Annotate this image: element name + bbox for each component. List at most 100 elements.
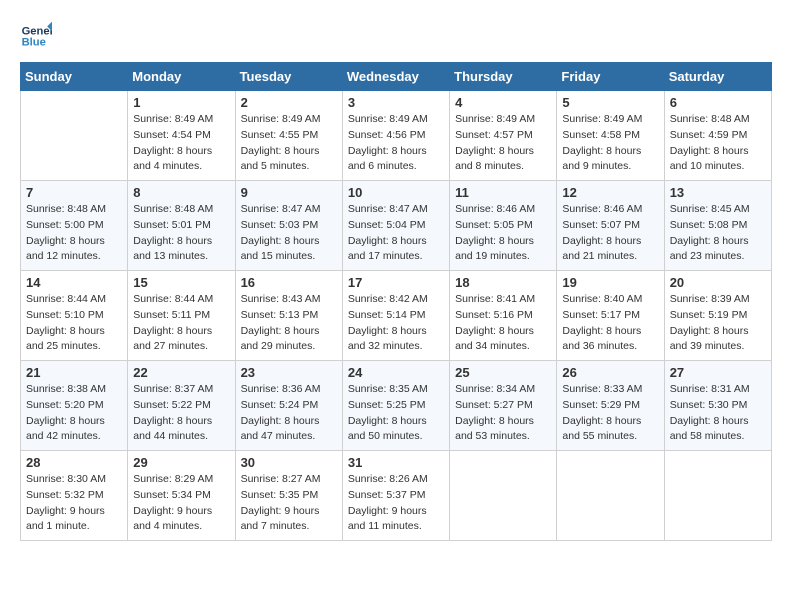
- day-info: Sunrise: 8:36 AM Sunset: 5:24 PM Dayligh…: [241, 382, 337, 445]
- calendar-cell: 7 Sunrise: 8:48 AM Sunset: 5:00 PM Daylig…: [21, 181, 128, 271]
- day-info: Sunrise: 8:40 AM Sunset: 5:17 PM Dayligh…: [562, 292, 658, 355]
- day-number: 25: [455, 365, 551, 380]
- calendar-cell: [21, 91, 128, 181]
- day-number: 28: [26, 455, 122, 470]
- day-number: 1: [133, 95, 229, 110]
- day-info: Sunrise: 8:27 AM Sunset: 5:35 PM Dayligh…: [241, 472, 337, 535]
- calendar-cell: 30 Sunrise: 8:27 AM Sunset: 5:35 PM Dayli…: [235, 451, 342, 541]
- calendar-week-1: 1 Sunrise: 8:49 AM Sunset: 4:54 PM Daylig…: [21, 91, 772, 181]
- day-info: Sunrise: 8:33 AM Sunset: 5:29 PM Dayligh…: [562, 382, 658, 445]
- calendar-header-row: SundayMondayTuesdayWednesdayThursdayFrid…: [21, 63, 772, 91]
- day-number: 12: [562, 185, 658, 200]
- day-number: 19: [562, 275, 658, 290]
- day-info: Sunrise: 8:38 AM Sunset: 5:20 PM Dayligh…: [26, 382, 122, 445]
- calendar-cell: 27 Sunrise: 8:31 AM Sunset: 5:30 PM Dayli…: [664, 361, 771, 451]
- day-info: Sunrise: 8:48 AM Sunset: 5:01 PM Dayligh…: [133, 202, 229, 265]
- calendar-cell: 29Sunrise: 8:29 AM Sunset: 5:34 PM Dayli…: [128, 451, 235, 541]
- day-info: Sunrise: 8:43 AM Sunset: 5:13 PM Dayligh…: [241, 292, 337, 355]
- logo-icon: General Blue: [20, 20, 52, 52]
- day-info: Sunrise: 8:47 AM Sunset: 5:04 PM Dayligh…: [348, 202, 444, 265]
- calendar-cell: 16 Sunrise: 8:43 AM Sunset: 5:13 PM Dayli…: [235, 271, 342, 361]
- header-day-thursday: Thursday: [450, 63, 557, 91]
- calendar-body: 1 Sunrise: 8:49 AM Sunset: 4:54 PM Daylig…: [21, 91, 772, 541]
- calendar-cell: 26Sunrise: 8:33 AM Sunset: 5:29 PM Dayli…: [557, 361, 664, 451]
- day-info: Sunrise: 8:46 AM Sunset: 5:07 PM Dayligh…: [562, 202, 658, 265]
- day-number: 2: [241, 95, 337, 110]
- day-info: Sunrise: 8:35 AM Sunset: 5:25 PM Dayligh…: [348, 382, 444, 445]
- day-info: Sunrise: 8:45 AM Sunset: 5:08 PM Dayligh…: [670, 202, 766, 265]
- day-info: Sunrise: 8:49 AM Sunset: 4:58 PM Dayligh…: [562, 112, 658, 175]
- svg-text:General: General: [22, 25, 52, 37]
- calendar-cell: 28Sunrise: 8:30 AM Sunset: 5:32 PM Dayli…: [21, 451, 128, 541]
- calendar-week-4: 21 Sunrise: 8:38 AM Sunset: 5:20 PM Dayli…: [21, 361, 772, 451]
- day-info: Sunrise: 8:48 AM Sunset: 5:00 PM Dayligh…: [26, 202, 122, 265]
- calendar-cell: 18 Sunrise: 8:41 AM Sunset: 5:16 PM Dayli…: [450, 271, 557, 361]
- day-number: 7: [26, 185, 122, 200]
- calendar-cell: 5 Sunrise: 8:49 AM Sunset: 4:58 PM Daylig…: [557, 91, 664, 181]
- day-number: 4: [455, 95, 551, 110]
- day-info: Sunrise: 8:49 AM Sunset: 4:56 PM Dayligh…: [348, 112, 444, 175]
- day-number: 17: [348, 275, 444, 290]
- day-info: Sunrise: 8:47 AM Sunset: 5:03 PM Dayligh…: [241, 202, 337, 265]
- calendar-cell: 14Sunrise: 8:44 AM Sunset: 5:10 PM Dayli…: [21, 271, 128, 361]
- day-number: 21: [26, 365, 122, 380]
- day-info: Sunrise: 8:29 AM Sunset: 5:34 PM Dayligh…: [133, 472, 229, 535]
- day-number: 9: [241, 185, 337, 200]
- calendar-cell: 20 Sunrise: 8:39 AM Sunset: 5:19 PM Dayli…: [664, 271, 771, 361]
- calendar-cell: 12 Sunrise: 8:46 AM Sunset: 5:07 PM Dayli…: [557, 181, 664, 271]
- header-day-friday: Friday: [557, 63, 664, 91]
- day-number: 23: [241, 365, 337, 380]
- calendar-cell: 22 Sunrise: 8:37 AM Sunset: 5:22 PM Dayli…: [128, 361, 235, 451]
- calendar-cell: [557, 451, 664, 541]
- day-info: Sunrise: 8:49 AM Sunset: 4:55 PM Dayligh…: [241, 112, 337, 175]
- day-number: 6: [670, 95, 766, 110]
- day-info: Sunrise: 8:42 AM Sunset: 5:14 PM Dayligh…: [348, 292, 444, 355]
- calendar-cell: 10 Sunrise: 8:47 AM Sunset: 5:04 PM Dayli…: [342, 181, 449, 271]
- day-info: Sunrise: 8:49 AM Sunset: 4:57 PM Dayligh…: [455, 112, 551, 175]
- day-info: Sunrise: 8:46 AM Sunset: 5:05 PM Dayligh…: [455, 202, 551, 265]
- calendar-cell: 2 Sunrise: 8:49 AM Sunset: 4:55 PM Daylig…: [235, 91, 342, 181]
- calendar-cell: 15Sunrise: 8:44 AM Sunset: 5:11 PM Dayli…: [128, 271, 235, 361]
- calendar-cell: 17 Sunrise: 8:42 AM Sunset: 5:14 PM Dayli…: [342, 271, 449, 361]
- logo: General Blue: [20, 20, 52, 52]
- day-number: 31: [348, 455, 444, 470]
- calendar-cell: 11 Sunrise: 8:46 AM Sunset: 5:05 PM Dayli…: [450, 181, 557, 271]
- calendar-cell: [450, 451, 557, 541]
- day-number: 30: [241, 455, 337, 470]
- calendar-week-2: 7 Sunrise: 8:48 AM Sunset: 5:00 PM Daylig…: [21, 181, 772, 271]
- day-number: 24: [348, 365, 444, 380]
- day-info: Sunrise: 8:37 AM Sunset: 5:22 PM Dayligh…: [133, 382, 229, 445]
- day-number: 11: [455, 185, 551, 200]
- header-day-sunday: Sunday: [21, 63, 128, 91]
- calendar-cell: 13 Sunrise: 8:45 AM Sunset: 5:08 PM Dayli…: [664, 181, 771, 271]
- day-info: Sunrise: 8:41 AM Sunset: 5:16 PM Dayligh…: [455, 292, 551, 355]
- calendar-week-5: 28Sunrise: 8:30 AM Sunset: 5:32 PM Dayli…: [21, 451, 772, 541]
- calendar-cell: 19 Sunrise: 8:40 AM Sunset: 5:17 PM Dayli…: [557, 271, 664, 361]
- day-info: Sunrise: 8:26 AM Sunset: 5:37 PM Dayligh…: [348, 472, 444, 535]
- header-day-wednesday: Wednesday: [342, 63, 449, 91]
- day-info: Sunrise: 8:31 AM Sunset: 5:30 PM Dayligh…: [670, 382, 766, 445]
- day-info: Sunrise: 8:49 AM Sunset: 4:54 PM Dayligh…: [133, 112, 229, 175]
- day-number: 20: [670, 275, 766, 290]
- day-number: 22: [133, 365, 229, 380]
- calendar-cell: 25Sunrise: 8:34 AM Sunset: 5:27 PM Dayli…: [450, 361, 557, 451]
- day-number: 5: [562, 95, 658, 110]
- header-day-monday: Monday: [128, 63, 235, 91]
- calendar-cell: 23 Sunrise: 8:36 AM Sunset: 5:24 PM Dayli…: [235, 361, 342, 451]
- day-info: Sunrise: 8:44 AM Sunset: 5:10 PM Dayligh…: [26, 292, 122, 355]
- svg-text:Blue: Blue: [22, 37, 46, 49]
- calendar-cell: 21 Sunrise: 8:38 AM Sunset: 5:20 PM Dayli…: [21, 361, 128, 451]
- day-number: 27: [670, 365, 766, 380]
- calendar-cell: 9 Sunrise: 8:47 AM Sunset: 5:03 PM Daylig…: [235, 181, 342, 271]
- day-number: 16: [241, 275, 337, 290]
- calendar-cell: 3 Sunrise: 8:49 AM Sunset: 4:56 PM Daylig…: [342, 91, 449, 181]
- day-info: Sunrise: 8:39 AM Sunset: 5:19 PM Dayligh…: [670, 292, 766, 355]
- header-day-tuesday: Tuesday: [235, 63, 342, 91]
- day-info: Sunrise: 8:48 AM Sunset: 4:59 PM Dayligh…: [670, 112, 766, 175]
- calendar-week-3: 14Sunrise: 8:44 AM Sunset: 5:10 PM Dayli…: [21, 271, 772, 361]
- day-number: 3: [348, 95, 444, 110]
- day-number: 13: [670, 185, 766, 200]
- day-number: 18: [455, 275, 551, 290]
- calendar-cell: 6 Sunrise: 8:48 AM Sunset: 4:59 PM Daylig…: [664, 91, 771, 181]
- day-number: 10: [348, 185, 444, 200]
